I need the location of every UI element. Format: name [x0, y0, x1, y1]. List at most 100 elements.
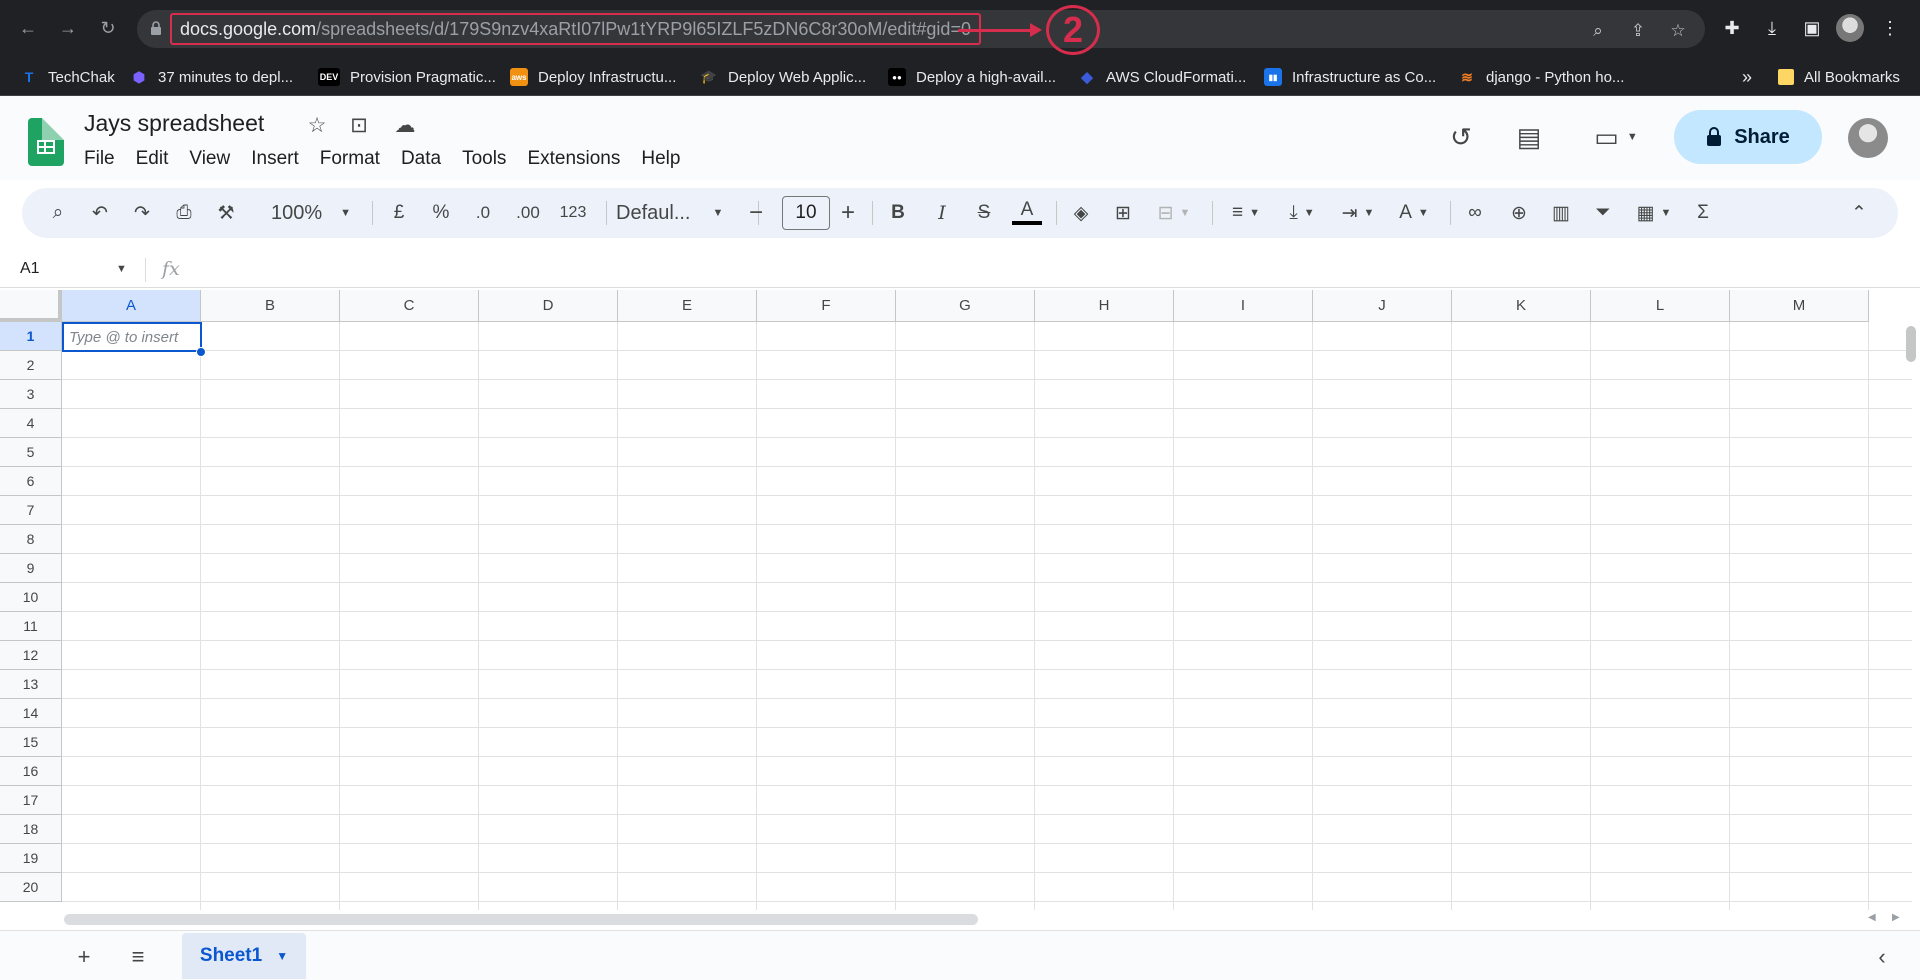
- row-header[interactable]: 16: [0, 757, 62, 786]
- row-header[interactable]: 8: [0, 525, 62, 554]
- url-text[interactable]: docs.google.com/spreadsheets/d/179S9nzv4…: [170, 13, 981, 45]
- fill-color-icon[interactable]: ◈: [1066, 199, 1096, 227]
- row-header[interactable]: 3: [0, 380, 62, 409]
- column-header[interactable]: D: [479, 290, 618, 322]
- row-header[interactable]: 9: [0, 554, 62, 583]
- column-header[interactable]: G: [896, 290, 1035, 322]
- collapse-toolbar-icon[interactable]: ⌃: [1844, 199, 1874, 227]
- row-header[interactable]: 2: [0, 351, 62, 380]
- address-bar[interactable]: docs.google.com/spreadsheets/d/179S9nzv4…: [137, 10, 1705, 48]
- bookmarks-overflow[interactable]: »: [1742, 66, 1752, 88]
- add-sheet-icon[interactable]: +: [70, 943, 98, 971]
- menu-data[interactable]: Data: [401, 148, 441, 170]
- move-folder-icon[interactable]: ⊡: [346, 112, 372, 138]
- row-header[interactable]: 17: [0, 786, 62, 815]
- filter-views-icon[interactable]: ▦ ▼: [1630, 199, 1678, 227]
- bookmark-item[interactable]: ⬢ 37 minutes to depl...: [130, 66, 293, 88]
- row-header[interactable]: 5: [0, 438, 62, 467]
- italic-icon[interactable]: I: [928, 199, 956, 227]
- menu-tools[interactable]: Tools: [462, 148, 506, 170]
- functions-icon[interactable]: Σ: [1688, 199, 1718, 227]
- text-wrapping-icon[interactable]: ⇥ ▼: [1334, 199, 1382, 227]
- column-header[interactable]: A: [62, 290, 201, 322]
- menu-extensions[interactable]: Extensions: [527, 148, 620, 170]
- column-header[interactable]: M: [1730, 290, 1869, 322]
- row-header[interactable]: 1: [0, 322, 62, 351]
- bookmark-item[interactable]: ▮▮ Infrastructure as Co...: [1264, 66, 1436, 88]
- zoom-icon[interactable]: ⌕: [1587, 20, 1609, 42]
- horizontal-align-icon[interactable]: ≡ ▼: [1222, 199, 1270, 227]
- percent-format-button[interactable]: %: [426, 199, 456, 227]
- column-header[interactable]: J: [1313, 290, 1452, 322]
- row-header[interactable]: 13: [0, 670, 62, 699]
- cloud-saved-icon[interactable]: ☁: [392, 112, 418, 138]
- spreadsheet-grid[interactable]: A B C D E F G H I J K L M 1 2 3 4 5 6 7 8 9 10 11 12 13 14 15 16 17 18…: [0, 290, 1920, 910]
- decrease-font-size-icon[interactable]: −: [742, 199, 770, 227]
- column-header[interactable]: E: [618, 290, 757, 322]
- active-cell[interactable]: Type @ to insert: [62, 322, 202, 352]
- paint-format-icon[interactable]: ⚒: [212, 199, 240, 227]
- comments-icon[interactable]: ▤: [1512, 120, 1546, 154]
- column-header[interactable]: L: [1591, 290, 1730, 322]
- bookmark-star-icon[interactable]: ☆: [1667, 20, 1689, 42]
- column-header[interactable]: F: [757, 290, 896, 322]
- text-rotation-icon[interactable]: A ▼: [1390, 199, 1438, 227]
- sheets-logo-icon[interactable]: [28, 118, 64, 166]
- row-header[interactable]: 4: [0, 409, 62, 438]
- font-select[interactable]: Defaul... ▼: [616, 199, 746, 227]
- all-bookmarks[interactable]: All Bookmarks: [1778, 66, 1900, 88]
- vertical-align-icon[interactable]: ⤓ ▼: [1278, 199, 1326, 227]
- share-page-icon[interactable]: ⇪: [1627, 20, 1649, 42]
- menu-edit[interactable]: Edit: [136, 148, 169, 170]
- menu-insert[interactable]: Insert: [251, 148, 299, 170]
- borders-icon[interactable]: ⊞: [1108, 199, 1138, 227]
- horizontal-scrollbar-thumb[interactable]: [64, 914, 978, 925]
- menu-format[interactable]: Format: [320, 148, 380, 170]
- filter-icon[interactable]: ⏷: [1588, 199, 1618, 227]
- bookmark-item[interactable]: ◆ AWS CloudFormati...: [1078, 66, 1246, 88]
- star-icon[interactable]: ☆: [304, 112, 330, 138]
- column-header[interactable]: H: [1035, 290, 1174, 322]
- profile-avatar[interactable]: [1836, 14, 1864, 42]
- row-header[interactable]: 10: [0, 583, 62, 612]
- zoom-select[interactable]: 100% ▼: [266, 199, 356, 227]
- row-header[interactable]: 18: [0, 815, 62, 844]
- document-title[interactable]: Jays spreadsheet: [84, 110, 264, 137]
- chevron-down-icon[interactable]: ▼: [116, 263, 127, 275]
- all-sheets-icon[interactable]: ≡: [124, 943, 152, 971]
- bookmark-item[interactable]: ≋ django - Python ho...: [1458, 66, 1624, 88]
- bold-icon[interactable]: B: [884, 199, 912, 227]
- side-panel-icon[interactable]: ▣: [1798, 14, 1826, 42]
- select-all-corner[interactable]: [0, 290, 62, 322]
- column-header[interactable]: C: [340, 290, 479, 322]
- currency-format-button[interactable]: £: [384, 199, 414, 227]
- column-header[interactable]: I: [1174, 290, 1313, 322]
- explore-collapse-icon[interactable]: ‹: [1868, 943, 1896, 971]
- meet-icon[interactable]: ▭ ▼: [1586, 120, 1646, 154]
- column-header[interactable]: B: [201, 290, 340, 322]
- scroll-left-icon[interactable]: ◀: [1868, 912, 1876, 923]
- scroll-right-icon[interactable]: ▶: [1892, 912, 1900, 923]
- bookmark-item[interactable]: T TechChak: [20, 66, 115, 88]
- row-header[interactable]: 6: [0, 467, 62, 496]
- horizontal-scrollbar[interactable]: ◀ ▶: [0, 910, 1920, 930]
- text-color-icon[interactable]: A: [1012, 199, 1042, 225]
- download-icon[interactable]: ⤓: [1758, 14, 1786, 42]
- bookmark-item[interactable]: ●● Deploy a high-avail...: [888, 66, 1056, 88]
- fill-handle[interactable]: [196, 347, 206, 357]
- merge-cells-icon[interactable]: ⊟ ▼: [1148, 199, 1200, 227]
- row-header[interactable]: 20: [0, 873, 62, 902]
- vertical-scrollbar-thumb[interactable]: [1906, 326, 1916, 362]
- bookmark-item[interactable]: DEV Provision Pragmatic...: [318, 66, 496, 88]
- insert-chart-icon[interactable]: ▥: [1546, 199, 1576, 227]
- bookmark-item[interactable]: 🎓 Deploy Web Applic...: [700, 66, 866, 88]
- print-icon[interactable]: ⎙: [170, 199, 198, 227]
- redo-icon[interactable]: ↷: [128, 199, 156, 227]
- sheet-tab[interactable]: Sheet1 ▼: [182, 933, 306, 979]
- menu-help[interactable]: Help: [641, 148, 680, 170]
- forward-icon[interactable]: →: [54, 14, 82, 42]
- row-header[interactable]: 7: [0, 496, 62, 525]
- insert-link-icon[interactable]: ∞: [1460, 199, 1490, 227]
- bookmark-item[interactable]: aws Deploy Infrastructu...: [510, 66, 676, 88]
- increase-decimal-button[interactable]: .00: [508, 199, 548, 227]
